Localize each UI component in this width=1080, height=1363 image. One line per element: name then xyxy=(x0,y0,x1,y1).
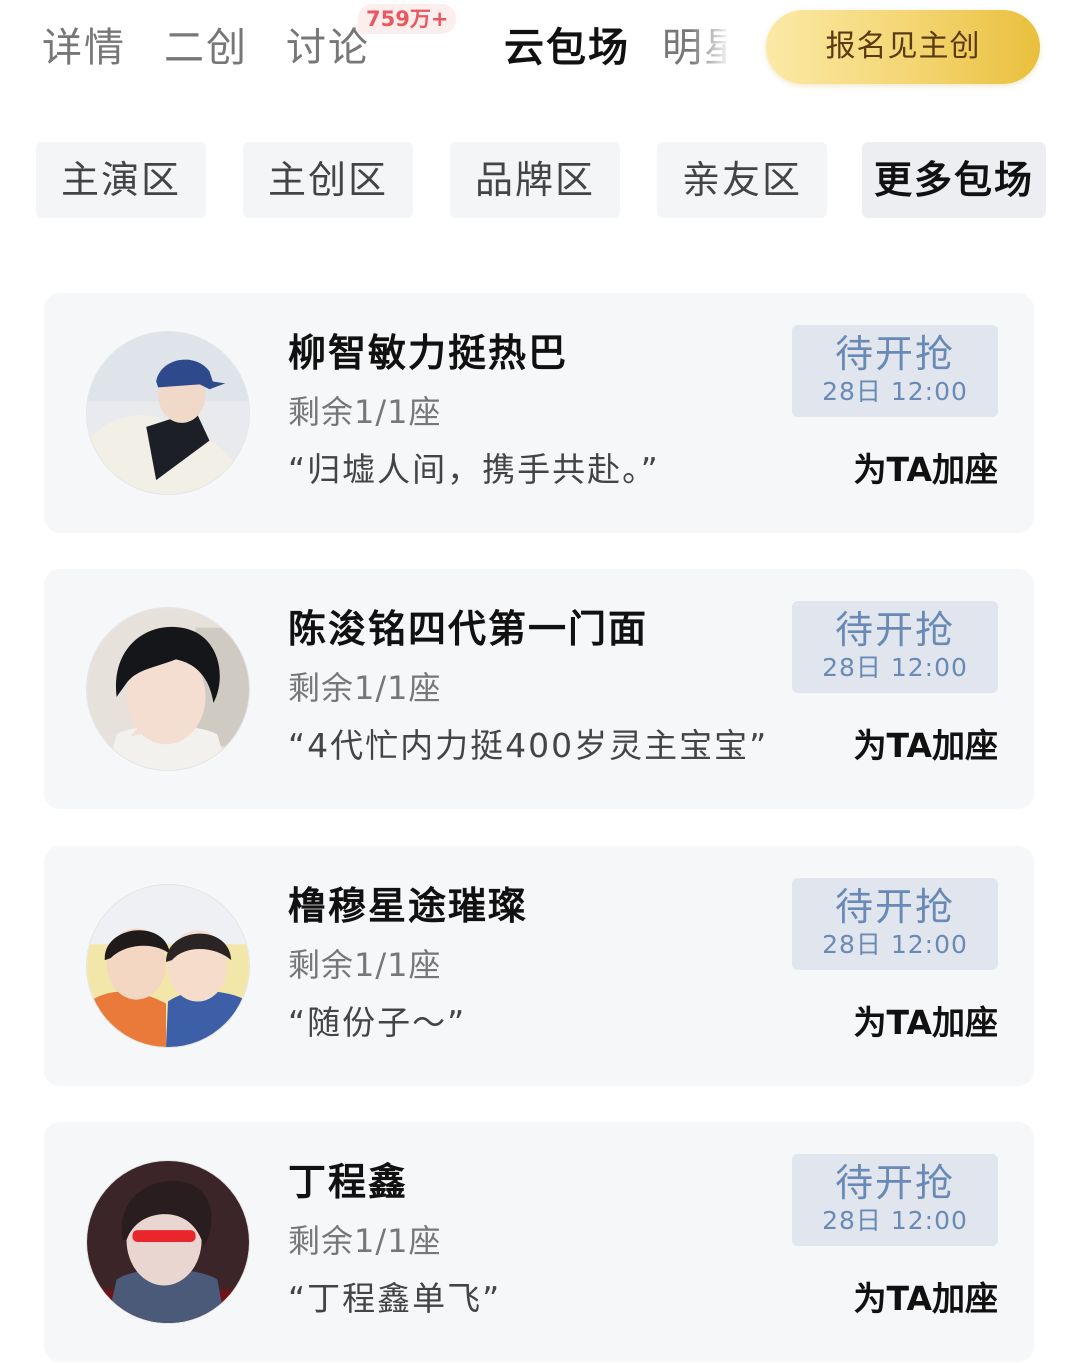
screening-card[interactable]: 橹穆星途璀璨 剩余1/1座 “随份子～” 待开抢 28日 12:00 为TA加座 xyxy=(44,846,1034,1086)
avatar xyxy=(86,1160,250,1324)
screening-card[interactable]: 丁程鑫 剩余1/1座 “丁程鑫单飞” 待开抢 28日 12:00 为TA加座 xyxy=(44,1122,1034,1362)
grab-label: 待开抢 xyxy=(834,332,955,376)
grab-seat-button[interactable]: 待开抢 28日 12:00 xyxy=(792,1154,998,1246)
screening-quote: “丁程鑫单飞” xyxy=(288,1279,502,1318)
tab-cloud-screening[interactable]: 云包场 xyxy=(504,24,630,72)
seats-remaining: 剩余1/1座 xyxy=(288,669,442,707)
screening-title: 柳智敏力挺热巴 xyxy=(288,331,569,375)
grab-label: 待开抢 xyxy=(834,1161,955,1205)
grab-seat-button[interactable]: 待开抢 28日 12:00 xyxy=(792,325,998,417)
grab-seat-button[interactable]: 待开抢 28日 12:00 xyxy=(792,878,998,970)
grab-time: 28日 12:00 xyxy=(822,377,968,406)
category-chip-more[interactable]: 更多包场 xyxy=(862,142,1046,218)
screening-title: 橹穆星途璀璨 xyxy=(288,884,529,928)
category-chip-brands[interactable]: 品牌区 xyxy=(450,142,620,218)
discussion-count-badge: 759万+ xyxy=(358,4,457,34)
top-tab-bar: 详情 二创 讨论 759万+ 云包场 明星 报名见主创 xyxy=(0,0,1080,100)
avatar xyxy=(86,884,250,1048)
screening-card[interactable]: 陈浚铭四代第一门面 剩余1/1座 “4代忙内力挺400岁灵主宝宝” 待开抢 28… xyxy=(44,569,1034,809)
avatar xyxy=(86,331,250,495)
screening-quote: “随份子～” xyxy=(288,1003,467,1042)
seats-remaining: 剩余1/1座 xyxy=(288,393,442,431)
grab-time: 28日 12:00 xyxy=(822,1206,968,1235)
screening-card[interactable]: 柳智敏力挺热巴 剩余1/1座 “归墟人间，携手共赴。” 待开抢 28日 12:0… xyxy=(44,293,1034,533)
seats-remaining: 剩余1/1座 xyxy=(288,946,442,984)
add-seat-link[interactable]: 为TA加座 xyxy=(854,1000,999,1046)
grab-label: 待开抢 xyxy=(834,885,955,929)
category-chip-creators[interactable]: 主创区 xyxy=(243,142,413,218)
screening-quote: “4代忙内力挺400岁灵主宝宝” xyxy=(288,726,769,765)
tab-details[interactable]: 详情 xyxy=(42,24,126,72)
grab-seat-button[interactable]: 待开抢 28日 12:00 xyxy=(792,601,998,693)
screening-title: 丁程鑫 xyxy=(288,1160,409,1204)
grab-label: 待开抢 xyxy=(834,608,955,652)
screening-title: 陈浚铭四代第一门面 xyxy=(288,607,649,651)
add-seat-link[interactable]: 为TA加座 xyxy=(854,447,999,493)
avatar xyxy=(86,607,250,771)
signup-meet-creators-button[interactable]: 报名见主创 xyxy=(766,10,1040,84)
tab-fan-creations[interactable]: 二创 xyxy=(164,24,248,72)
grab-time: 28日 12:00 xyxy=(822,653,968,682)
tab-overflow-fade xyxy=(690,18,750,78)
add-seat-link[interactable]: 为TA加座 xyxy=(854,1276,999,1322)
grab-time: 28日 12:00 xyxy=(822,930,968,959)
add-seat-link[interactable]: 为TA加座 xyxy=(854,723,999,769)
category-chip-friends[interactable]: 亲友区 xyxy=(657,142,827,218)
category-chip-cast[interactable]: 主演区 xyxy=(36,142,206,218)
seats-remaining: 剩余1/1座 xyxy=(288,1222,442,1260)
screening-quote: “归墟人间，携手共赴。” xyxy=(288,450,660,489)
